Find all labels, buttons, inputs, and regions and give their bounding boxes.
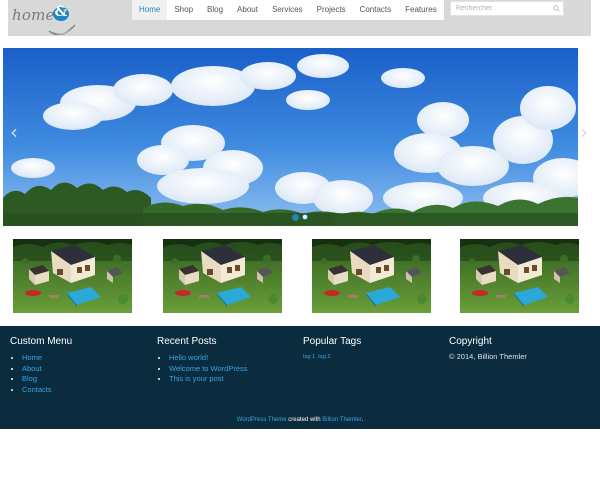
thumbnail-2[interactable] <box>163 239 282 313</box>
tag-tag-1[interactable]: tag 1 <box>303 354 315 360</box>
custom-menu-list: HomeAboutBlogContacts <box>10 353 72 395</box>
nav-item-projects[interactable]: Projects <box>310 0 353 20</box>
nav-item-about[interactable]: About <box>230 0 265 20</box>
popular-tags-title: Popular Tags <box>303 336 362 347</box>
footer: Custom Menu HomeAboutBlogContacts Recent… <box>0 326 600 429</box>
footer-credit: WordPress Theme created with Billion The… <box>0 417 600 423</box>
house-image <box>13 239 132 313</box>
copyright-text: © 2014, Billion Themler <box>449 352 527 361</box>
tag-cloud: tag 1 tag 2 <box>303 354 361 360</box>
recent-posts-title: Recent Posts <box>157 336 217 347</box>
thumbnail-1[interactable] <box>13 239 132 313</box>
main-nav: Home Shop Blog About Services Projects Contact… <box>132 0 444 21</box>
slide-image <box>3 48 578 226</box>
nav-item-services[interactable]: Services <box>265 0 310 20</box>
thumbnail-3[interactable] <box>312 239 431 313</box>
recent-posts-list: Hello world!Welcome to WordPressThis is … <box>157 353 248 385</box>
slider-dot-1[interactable] <box>292 214 299 221</box>
slider-prev-arrow[interactable]: ‹ <box>8 120 20 144</box>
search-input[interactable] <box>451 2 556 15</box>
billion-themler-link[interactable]: Billion Themler <box>322 417 361 423</box>
custom-menu-item-contacts[interactable]: Contacts <box>22 385 72 396</box>
custom-menu-item-home[interactable]: Home <box>22 353 72 364</box>
credit-end-text: . <box>361 417 364 423</box>
nav-item-contacts[interactable]: Contacts <box>353 0 399 20</box>
nav-item-blog[interactable]: Blog <box>200 0 230 20</box>
slider-dot-2[interactable] <box>302 214 308 220</box>
search-icon[interactable] <box>553 5 560 12</box>
recent-post-this-is-your-post[interactable]: This is your post <box>169 374 248 385</box>
nav-item-features[interactable]: Features <box>398 0 444 20</box>
search-box <box>450 1 564 16</box>
site-logo[interactable]: home & <box>12 2 78 35</box>
nav-item-shop[interactable]: Shop <box>167 0 200 20</box>
footer-custom-menu: Custom Menu HomeAboutBlogContacts <box>10 336 72 395</box>
footer-popular-tags: Popular Tags tag 1 tag 2 <box>303 336 361 360</box>
nav-item-home[interactable]: Home <box>132 0 168 21</box>
thumbnail-4[interactable] <box>460 239 579 313</box>
custom-menu-title: Custom Menu <box>10 336 73 347</box>
logo-waves-icon <box>48 24 76 35</box>
wordpress-theme-link[interactable]: WordPress Theme <box>237 417 287 423</box>
house-image <box>163 239 282 313</box>
footer-copyright: Copyright © 2014, Billion Themler <box>449 336 527 361</box>
custom-menu-item-blog[interactable]: Blog <box>22 374 72 385</box>
hero-slider[interactable] <box>3 48 578 226</box>
house-image <box>460 239 579 313</box>
copyright-title: Copyright <box>449 336 492 347</box>
recent-post-hello-world[interactable]: Hello world! <box>169 353 248 364</box>
slider-next-arrow[interactable]: › <box>578 120 590 144</box>
house-image <box>312 239 431 313</box>
footer-recent-posts: Recent Posts Hello world!Welcome to Word… <box>157 336 248 385</box>
custom-menu-item-about[interactable]: About <box>22 364 72 375</box>
slider-pagination <box>292 214 312 222</box>
credit-middle-text: created with <box>286 417 323 423</box>
tag-tag-2[interactable]: tag 2 <box>318 354 330 360</box>
recent-post-welcome-to-wordpress[interactable]: Welcome to WordPress <box>169 364 248 375</box>
